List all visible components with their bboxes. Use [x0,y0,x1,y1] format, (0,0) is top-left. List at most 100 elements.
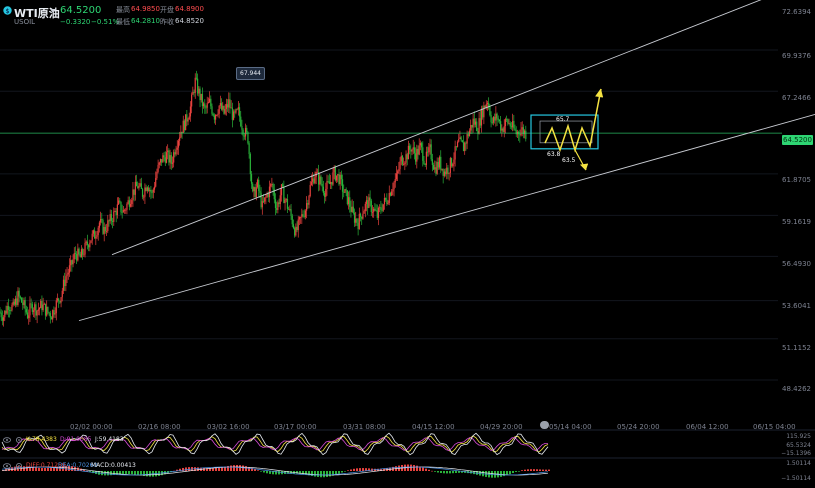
candle-body [310,181,313,186]
candle-body [242,129,244,136]
box-high-label: 65.7 [556,116,570,123]
timeline-scroll-handle[interactable] [540,421,549,429]
candle-body [393,182,395,190]
candle-body [464,142,466,152]
candle-body [116,204,118,216]
macd-bar [104,471,106,476]
macd-bar [131,471,133,475]
settings-gear-icon[interactable] [15,462,23,470]
candle-body [267,193,269,198]
candle-body [114,210,116,212]
candle-body [200,93,202,101]
candle-body [467,134,469,137]
candle-body [430,144,432,160]
candle-body [58,298,60,302]
candle-body [149,189,151,191]
candle-body [111,220,114,222]
candle-body [361,216,363,219]
candle-body [34,304,36,311]
macd-bar [542,469,544,471]
candle-body [340,174,342,180]
candle-body [479,118,481,126]
candle-body [476,121,478,132]
candle-body [456,141,459,147]
candle-body [391,191,393,196]
candle-body [90,240,92,243]
candle-body [20,297,23,303]
candle-body [370,200,372,213]
candle-body [306,203,308,211]
main-chart[interactable] [0,0,815,488]
candle-body [137,186,139,189]
kdj-j-label: J:59.4183 [95,436,124,443]
candle-body [327,181,329,182]
candle-body [276,208,278,210]
candle-body [416,148,418,162]
candle-body [173,152,175,163]
svg-text:$: $ [6,8,10,15]
candle-body [55,300,57,314]
candle-body [92,230,95,234]
candle-body [291,215,293,225]
candle-body [359,213,362,217]
settings-gear-icon[interactable] [15,436,23,444]
candle-body [521,127,523,130]
candle-body [247,132,249,144]
chevron-down-icon[interactable] [50,9,56,14]
current-price-tag-text: 64.5200 [783,136,812,144]
candle-body [246,127,248,133]
macd-bar [344,471,346,472]
candle-body [453,159,455,165]
candle-body [292,224,295,229]
candle-body [109,214,111,222]
candle-body [125,209,127,211]
macd-bar [545,469,547,471]
candle-body [187,119,189,122]
candle-body [170,155,172,164]
candle-body [515,130,517,135]
eye-icon[interactable] [3,462,11,470]
candle-body [353,212,356,223]
eye-icon[interactable] [3,436,11,444]
candle-body [444,171,447,175]
candle-body [10,310,12,311]
candle-body [329,181,332,184]
candle-body [193,92,195,93]
candle-body [96,235,98,237]
quote-label-open: 开盘 [160,6,174,14]
candle-body [201,93,204,107]
candle-body [280,184,283,196]
candle-body [218,105,220,114]
candle-body [435,167,437,174]
candle-body [91,233,93,241]
candle-body [382,204,384,211]
candle-body [135,181,138,187]
candle-body [394,179,396,183]
macd-bar [548,469,550,471]
candle-body [229,99,231,109]
candle-body [16,298,18,305]
candle-body [285,198,287,200]
candle-body [343,191,345,193]
macd-bar [509,471,511,475]
candle-body [254,187,256,197]
candle-body [395,173,398,180]
candle-body [442,168,444,176]
candle-body [358,213,360,230]
candle-body [205,107,207,109]
candle-body [77,248,79,261]
candle-body [211,106,213,114]
candle-body [161,159,163,163]
candle-body [294,228,296,236]
candle-body [344,189,346,193]
candle-body [326,181,328,189]
candle-body [175,149,177,155]
candle-body [108,220,110,222]
macd-bar [320,471,322,478]
candle-body [167,150,169,153]
macd-bar [452,471,454,474]
candle-body [212,113,214,116]
macd-bar [137,471,139,475]
candle-body [255,187,257,197]
macd-bar [185,467,187,471]
